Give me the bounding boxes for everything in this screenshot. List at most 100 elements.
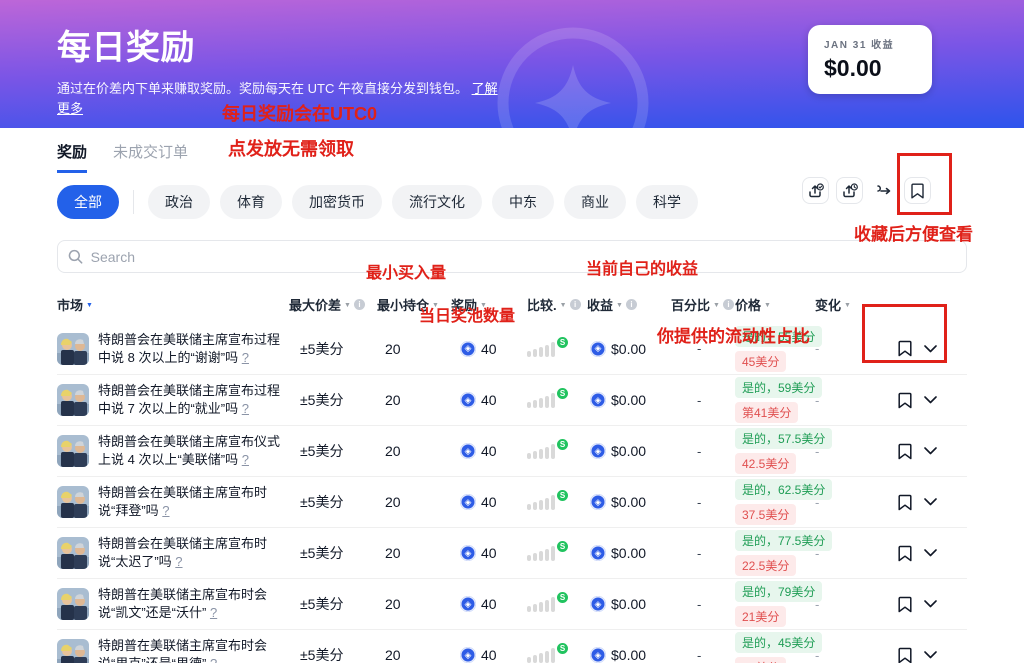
col-price[interactable]: 价格▼ — [735, 295, 815, 314]
dollar-badge-icon: S — [556, 489, 569, 502]
table-row[interactable]: 特朗普会在美联储主席宣布过程中说 7 次以上的“就业”吗 ? ±5美分 20 ◈… — [57, 374, 967, 425]
table-row[interactable]: 特朗普会在美联储主席宣布时说“太迟了”吗 ? ±5美分 20 ◈40 S ◈$0… — [57, 527, 967, 578]
export-check-icon[interactable] — [802, 177, 829, 204]
market-title[interactable]: 特朗普在美联储主席宣布时会说“凯文”还是“沃什” ? — [98, 586, 289, 621]
change-value: - — [815, 393, 867, 408]
no-price-badge[interactable]: 42.5美分 — [735, 453, 796, 474]
bookmark-icon[interactable] — [898, 443, 912, 460]
table-row[interactable]: 特朗普会在美联储主席宣布仪式上说 4 次以上“美联储”吗 ? ±5美分 20 ◈… — [57, 425, 967, 476]
info-icon[interactable]: i — [354, 299, 365, 310]
chevron-down-icon[interactable] — [924, 345, 937, 353]
no-price-badge[interactable]: 21美分 — [735, 606, 786, 627]
bookmark-icon[interactable] — [898, 340, 912, 357]
market-cell[interactable]: 特朗普在美联储主席宣布时会说“凯文”还是“沃什” ? — [57, 586, 289, 621]
bookmark-icon[interactable] — [898, 596, 912, 613]
no-price-badge[interactable]: 37.5美分 — [735, 504, 796, 525]
percent-value: - — [671, 393, 735, 408]
rewards-page: 每日奖励 通过在价差内下单来赚取奖励。奖励每天在 UTC 午夜直接分发到钱包。 … — [0, 0, 1024, 663]
row-actions — [867, 647, 967, 663]
chevron-down-icon[interactable] — [924, 396, 937, 404]
market-question-link[interactable]: ? — [242, 452, 249, 467]
info-icon[interactable]: i — [723, 299, 734, 310]
chevron-down-icon[interactable] — [924, 498, 937, 506]
market-title[interactable]: 特朗普会在美联储主席宣布仪式上说 4 次以上“美联储”吗 ? — [98, 433, 289, 468]
yes-price-badge[interactable]: 是的，79美分 — [735, 581, 822, 602]
reward-coin-icon: ◈ — [460, 596, 476, 612]
col-percent[interactable]: 百分比▼i — [671, 295, 735, 314]
chevron-down-icon[interactable] — [924, 600, 937, 608]
no-price-badge[interactable]: 45美分 — [735, 351, 786, 372]
market-title[interactable]: 特朗普在美联储主席宣布时会说“里克”还是“里德” ? — [98, 637, 289, 663]
table-row[interactable]: 特朗普在美联储主席宣布时会说“凯文”还是“沃什” ? ±5美分 20 ◈40 S… — [57, 578, 967, 629]
chevron-down-icon[interactable] — [924, 651, 937, 659]
earnings-value: ◈$0.00 — [587, 392, 671, 408]
category-pill[interactable]: 加密货币 — [292, 185, 382, 219]
bookmark-icon[interactable] — [898, 647, 912, 663]
market-question-link[interactable]: ? — [162, 503, 169, 518]
yes-price-badge[interactable]: 是的，45美分 — [735, 632, 822, 653]
search-bar[interactable] — [57, 240, 967, 273]
market-cell[interactable]: 特朗普会在美联储主席宣布时说“太迟了”吗 ? — [57, 535, 289, 570]
market-title[interactable]: 特朗普会在美联储主席宣布过程中说 7 次以上的“就业”吗 ? — [98, 382, 289, 417]
info-icon[interactable]: i — [626, 299, 637, 310]
table-row[interactable]: 特朗普在美联储主席宣布时会说“里克”还是“里德” ? ±5美分 20 ◈40 S… — [57, 629, 967, 663]
market-title[interactable]: 特朗普会在美联储主席宣布时说“太迟了”吗 ? — [98, 535, 289, 570]
market-cell[interactable]: 特朗普在美联储主席宣布时会说“里克”还是“里德” ? — [57, 637, 289, 663]
bookmark-filter-icon[interactable] — [904, 177, 931, 204]
percent-value: - — [671, 444, 735, 459]
no-price-badge[interactable]: 22.5美分 — [735, 555, 796, 576]
market-cell[interactable]: 特朗普会在美联储主席宣布时说“拜登”吗 ? — [57, 484, 289, 519]
sort-caret-icon: ▼ — [713, 302, 720, 309]
category-pill[interactable]: 全部 — [57, 185, 119, 219]
col-change[interactable]: 变化▼ — [815, 295, 867, 314]
col-max-spread[interactable]: 最大价差▼i — [289, 295, 377, 314]
table-row[interactable]: 特朗普会在美联储主席宣布时说“拜登”吗 ? ±5美分 20 ◈40 S ◈$0.… — [57, 476, 967, 527]
category-pill[interactable]: 政治 — [148, 185, 210, 219]
merge-arrow-icon[interactable] — [870, 177, 897, 204]
change-value: - — [815, 546, 867, 561]
bookmark-icon[interactable] — [898, 392, 912, 409]
price-cell: 是的，45美分 55美分 — [735, 632, 815, 663]
compare-cell: S — [527, 443, 587, 459]
reward-coin-icon: ◈ — [460, 545, 476, 561]
min-shares-value: 20 — [377, 392, 451, 408]
search-icon — [68, 249, 83, 264]
table-row[interactable]: 特朗普会在美联储主席宣布过程中说 8 次以上的“谢谢”吗 ? ±5美分 20 ◈… — [57, 323, 967, 374]
category-pill[interactable]: 流行文化 — [392, 185, 482, 219]
info-icon[interactable]: i — [570, 299, 581, 310]
banner: 每日奖励 通过在价差内下单来赚取奖励。奖励每天在 UTC 午夜直接分发到钱包。 … — [0, 0, 1024, 128]
market-question-link[interactable]: ? — [175, 554, 182, 569]
category-pill[interactable]: 中东 — [492, 185, 554, 219]
no-price-badge[interactable]: 55美分 — [735, 657, 786, 663]
col-compare[interactable]: 比较.▼i — [527, 295, 587, 314]
export-clock-icon[interactable] — [836, 177, 863, 204]
tab[interactable]: 奖励 — [57, 141, 87, 173]
tab[interactable]: 未成交订单 — [113, 141, 188, 173]
market-question-link[interactable]: ? — [210, 605, 217, 620]
chevron-down-icon[interactable] — [924, 549, 937, 557]
earnings-coin-icon: ◈ — [590, 494, 606, 510]
liquidity-bars-icon: S — [527, 341, 561, 357]
market-title[interactable]: 特朗普会在美联储主席宣布时说“拜登”吗 ? — [98, 484, 289, 519]
col-earnings[interactable]: 收益▼i — [587, 295, 671, 314]
market-cell[interactable]: 特朗普会在美联储主席宣布过程中说 8 次以上的“谢谢”吗 ? — [57, 331, 289, 366]
category-pill[interactable]: 商业 — [564, 185, 626, 219]
bookmark-icon[interactable] — [898, 545, 912, 562]
bookmark-icon[interactable] — [898, 494, 912, 511]
list-toolbar — [802, 177, 931, 204]
category-pill[interactable]: 体育 — [220, 185, 282, 219]
col-market[interactable]: 市场▼ — [57, 295, 289, 314]
market-question-link[interactable]: ? — [242, 401, 249, 416]
liquidity-bars-icon: S — [527, 494, 561, 510]
market-cell[interactable]: 特朗普会在美联储主席宣布过程中说 7 次以上的“就业”吗 ? — [57, 382, 289, 417]
market-question-link[interactable]: ? — [242, 350, 249, 365]
yes-price-badge[interactable]: 是的，59美分 — [735, 377, 822, 398]
reward-coin-icon: ◈ — [460, 443, 476, 459]
market-question-link[interactable]: ? — [210, 656, 217, 663]
chevron-down-icon[interactable] — [924, 447, 937, 455]
market-title[interactable]: 特朗普会在美联储主席宣布过程中说 8 次以上的“谢谢”吗 ? — [98, 331, 289, 366]
category-pill[interactable]: 科学 — [636, 185, 698, 219]
search-input[interactable] — [91, 249, 956, 265]
market-cell[interactable]: 特朗普会在美联储主席宣布仪式上说 4 次以上“美联储”吗 ? — [57, 433, 289, 468]
no-price-badge[interactable]: 第41美分 — [735, 402, 798, 423]
